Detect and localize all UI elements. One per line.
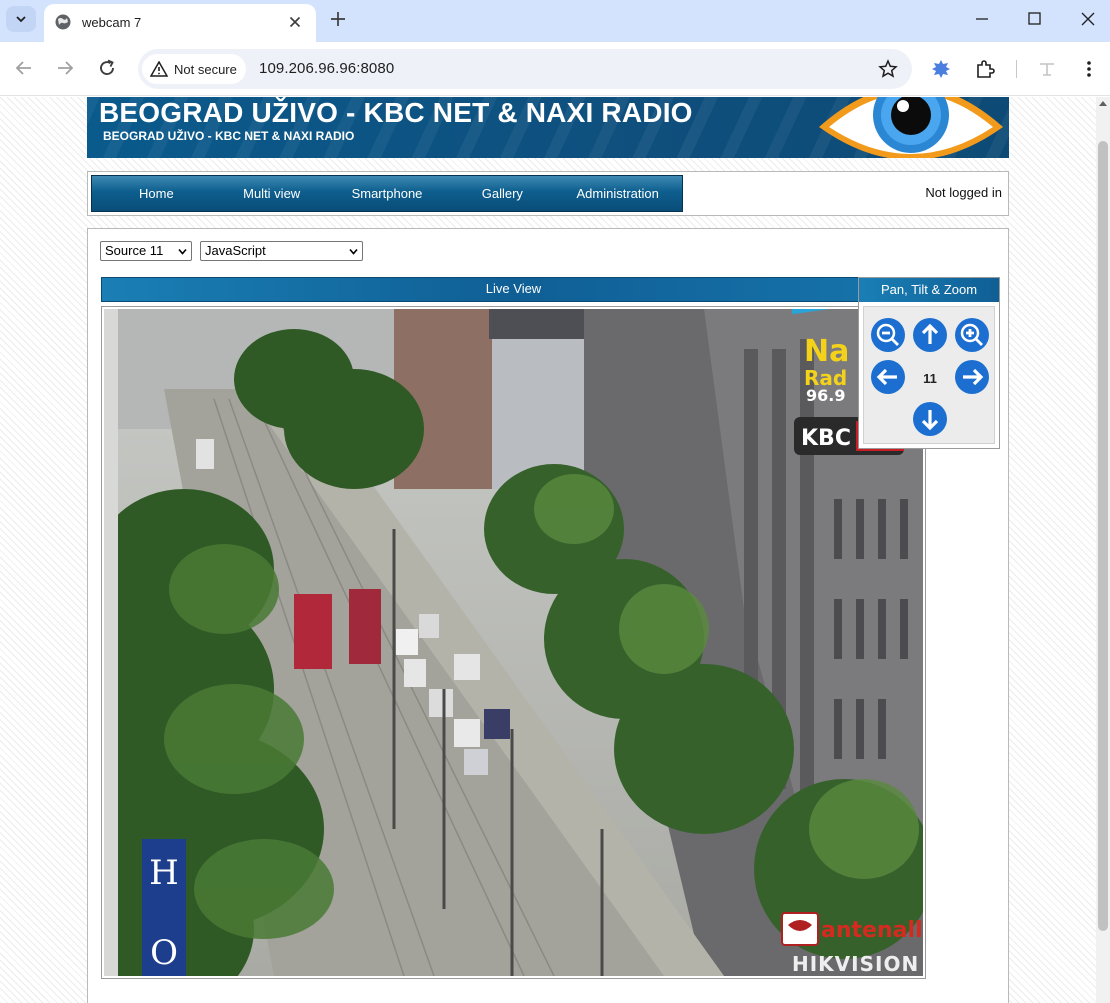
close-window-icon[interactable] [1076, 8, 1100, 30]
site-title: BEOGRAD UŽIVO - KBC NET & NAXI RADIO [99, 97, 693, 128]
login-status: Not logged in [925, 185, 1002, 200]
bookmark-star-icon[interactable] [878, 59, 898, 79]
maximize-icon[interactable] [1022, 8, 1046, 30]
menu-item-administration[interactable]: Administration [553, 186, 682, 201]
minimize-icon[interactable] [970, 8, 994, 30]
svg-text:HIKVISION: HIKVISION [792, 952, 919, 976]
ptz-title: Pan, Tilt & Zoom [859, 278, 999, 302]
tab-strip: webcam 7 [0, 0, 1110, 42]
security-label: Not secure [174, 61, 237, 77]
main-menu: Home Multi view Smartphone Gallery Admin… [91, 175, 683, 212]
arrow-up-icon[interactable] [912, 317, 948, 353]
page-scrollbar[interactable] [1096, 97, 1110, 1003]
new-tab-icon[interactable] [328, 9, 348, 29]
browser-tab[interactable]: webcam 7 [44, 4, 316, 42]
viewer-mode-select[interactable]: JavaScript [200, 241, 363, 261]
ptz-panel: Pan, Tilt & Zoom 11 [858, 277, 1000, 449]
site-header-banner: BEOGRAD UŽIVO - KBC NET & NAXI RADIO BEO… [87, 97, 1009, 158]
zoom-in-icon[interactable] [954, 317, 990, 353]
chevron-down-icon [16, 16, 26, 23]
globe-icon [55, 14, 71, 30]
more-menu-icon[interactable] [1080, 58, 1098, 80]
navigation-box: Home Multi view Smartphone Gallery Admin… [87, 171, 1009, 216]
browser-toolbar: Not secure 109.206.96.96:8080 [0, 42, 1110, 96]
site-subtitle: BEOGRAD UŽIVO - KBC NET & NAXI RADIO [103, 129, 355, 143]
extensions-icon[interactable] [974, 58, 996, 80]
url-text[interactable]: 109.206.96.96:8080 [259, 60, 394, 77]
security-chip[interactable]: Not secure [142, 54, 246, 84]
profile-icon[interactable] [1036, 58, 1058, 80]
tab-search-button[interactable] [6, 6, 36, 32]
svg-text:H: H [149, 853, 179, 893]
address-bar[interactable]: Not secure 109.206.96.96:8080 [138, 49, 912, 89]
page-viewport: BEOGRAD UŽIVO - KBC NET & NAXI RADIO BEO… [0, 97, 1096, 1003]
source-select[interactable]: Source 11 [100, 241, 192, 261]
ptz-source-number: 11 [923, 371, 937, 386]
live-camera-image[interactable]: H O Na Rad 96.9 KBC antenall HIKVISION [104, 309, 923, 976]
viewer-mode-value: JavaScript [205, 243, 266, 258]
menu-item-smartphone[interactable]: Smartphone [323, 186, 452, 201]
source-select-value: Source 11 [105, 243, 164, 258]
back-icon[interactable] [12, 56, 36, 80]
scroll-up-arrow-icon[interactable] [1099, 101, 1107, 106]
ptz-controls: 11 [863, 306, 995, 444]
menu-item-home[interactable]: Home [92, 186, 221, 201]
svg-text:O: O [150, 933, 178, 973]
scrollbar-thumb[interactable] [1098, 141, 1108, 931]
content-panel: Source 11 JavaScript Live View H O Na Ra… [87, 228, 1009, 1003]
arrow-left-icon[interactable] [870, 359, 906, 395]
live-view-header: Live View [101, 277, 926, 302]
chevron-down-icon [349, 248, 358, 255]
svg-text:KBC: KBC [801, 426, 851, 451]
eye-logo-icon [819, 97, 1003, 158]
menu-item-gallery[interactable]: Gallery [451, 186, 553, 201]
svg-text:antenall: antenall [821, 918, 923, 943]
arrow-down-icon[interactable] [912, 401, 948, 437]
extension-puzzle-blue-icon[interactable] [930, 58, 952, 80]
forward-icon[interactable] [53, 56, 77, 80]
svg-text:96.9: 96.9 [806, 386, 845, 405]
toolbar-divider [1016, 60, 1017, 78]
svg-text:Na: Na [804, 334, 849, 369]
street-scene: H O Na Rad 96.9 KBC antenall HIKVISION [104, 309, 923, 976]
reload-icon[interactable] [95, 56, 119, 80]
camera-frame: H O Na Rad 96.9 KBC antenall HIKVISION [101, 306, 926, 979]
warning-icon [150, 61, 168, 77]
zoom-out-icon[interactable] [870, 317, 906, 353]
arrow-right-icon[interactable] [954, 359, 990, 395]
tab-title: webcam 7 [82, 15, 142, 30]
chevron-down-icon [178, 248, 187, 255]
menu-item-multi-view[interactable]: Multi view [221, 186, 323, 201]
close-tab-icon[interactable] [286, 13, 304, 31]
